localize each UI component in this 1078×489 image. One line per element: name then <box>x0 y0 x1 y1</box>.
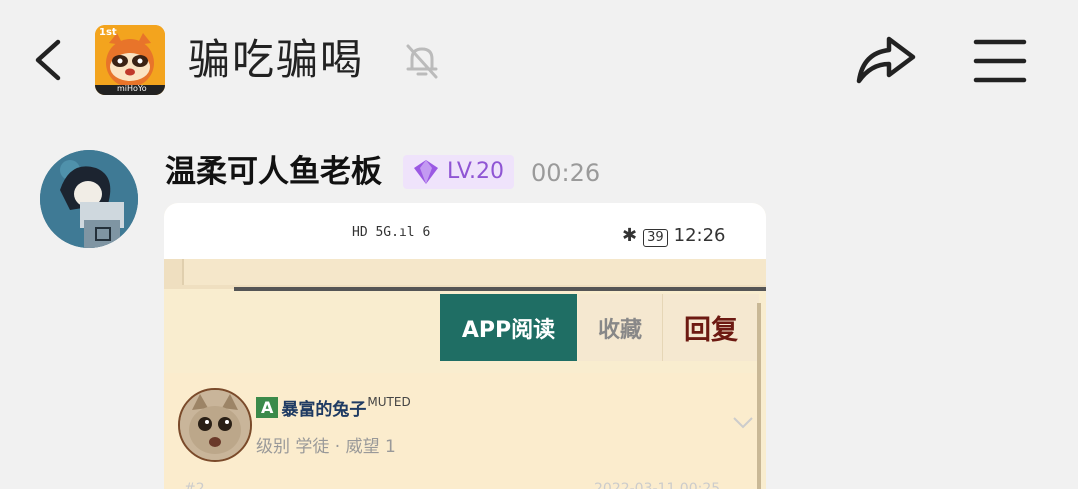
post-author-meta: 级别 学徒 · 威望 1 <box>256 437 396 457</box>
bell-off-icon <box>406 44 438 79</box>
battery-level: 39 <box>643 229 668 247</box>
share-button[interactable] <box>855 33 917 85</box>
post-date: 2022-03-11 00:25 <box>594 481 721 489</box>
sender-avatar[interactable] <box>40 150 138 248</box>
anime-avatar-icon <box>40 150 138 248</box>
group-avatar-tag: 1st <box>99 27 117 38</box>
app-read-button[interactable]: APP阅读 <box>440 294 577 361</box>
group-avatar[interactable]: 1st miHoYo <box>95 25 165 95</box>
back-button[interactable] <box>30 38 70 82</box>
post-header <box>164 373 757 489</box>
image-message[interactable]: HD 5G.ıl 6 ✱ 39 12:26 APP阅读 收藏 回复 A 暴富的兔子 … <box>164 203 766 489</box>
author-tag: A <box>256 397 279 418</box>
status-clock: 12:26 <box>673 225 726 246</box>
level-text: LV.20 <box>447 159 505 184</box>
author-muted-label: MUTED <box>367 395 411 409</box>
favorite-button[interactable]: 收藏 <box>578 294 663 361</box>
chevron-down-icon <box>733 417 753 429</box>
phone-status-bar: HD 5G.ıl 6 ✱ 39 12:26 <box>164 203 766 259</box>
post-author-avatar[interactable] <box>178 388 252 462</box>
post-floor: #2 <box>184 481 205 489</box>
mute-status <box>402 41 442 81</box>
post-author[interactable]: A 暴富的兔子 MUTED <box>256 395 411 420</box>
group-avatar-brand: miHoYo <box>117 84 147 93</box>
scrollbar <box>757 303 761 489</box>
author-name: 暴富的兔子 <box>281 400 367 420</box>
hamburger-menu-icon <box>973 39 1027 83</box>
sender-name[interactable]: 温柔可人鱼老板 <box>165 150 382 194</box>
expand-button[interactable] <box>732 415 754 429</box>
bluetooth-icon: ✱ <box>622 225 638 246</box>
signal-indicators: HD 5G.ıl 6 <box>352 225 431 240</box>
chevron-left-icon <box>35 39 61 81</box>
level-badge: LV.20 <box>403 155 515 189</box>
group-title: 骗吃骗喝 <box>188 35 365 84</box>
divider <box>234 287 766 291</box>
status-right: ✱ 39 12:26 <box>622 225 726 247</box>
cat-avatar-icon <box>180 390 250 460</box>
menu-button[interactable] <box>972 36 1028 84</box>
gem-icon <box>414 160 438 184</box>
forum-top-panel <box>182 259 766 285</box>
share-arrow-icon <box>856 36 916 84</box>
message-time: 00:26 <box>531 159 601 187</box>
reply-button[interactable]: 回复 <box>663 294 759 361</box>
